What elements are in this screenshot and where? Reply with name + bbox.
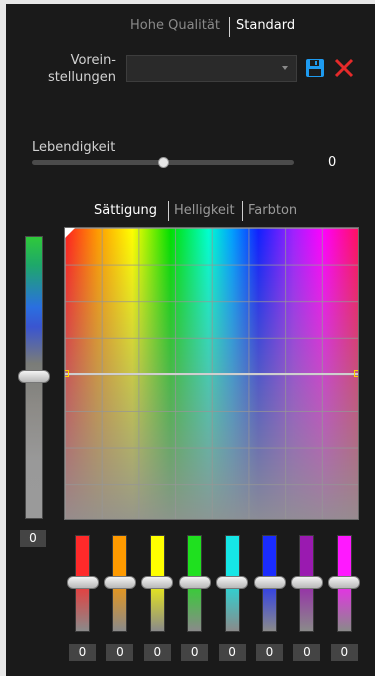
channel-slider-thumb[interactable]: [328, 576, 361, 589]
channel-slider-thumb[interactable]: [66, 576, 99, 589]
quality-high-option[interactable]: Hohe Qualität: [130, 18, 220, 33]
panel-frame: Hohe Qualität Standard Vorein- stellunge…: [0, 0, 375, 676]
quality-standard-option[interactable]: Standard: [236, 18, 295, 33]
floppy-disk-icon: [306, 59, 324, 77]
vibrance-label: Lebendigkeit: [32, 140, 116, 155]
channel-value: 0: [218, 644, 246, 661]
presets-label-line2: stellungen: [47, 70, 116, 85]
tab-hue[interactable]: Farbton: [248, 203, 297, 218]
master-slider-thumb[interactable]: [18, 370, 50, 383]
tab-separator: [242, 201, 243, 221]
delete-preset-button[interactable]: [334, 58, 354, 78]
vibrance-slider-thumb[interactable]: [158, 157, 169, 168]
curve-line[interactable]: [65, 373, 358, 375]
channel-value: 0: [330, 644, 358, 661]
channel-slider-thumb[interactable]: [141, 576, 174, 589]
channel-value: 0: [106, 644, 134, 661]
presets-label: Vorein- stellungen: [40, 52, 116, 86]
mode-separator: [229, 17, 230, 37]
chevron-down-icon: [282, 66, 288, 70]
curve-handle-left[interactable]: [65, 370, 69, 377]
top-border: [0, 0, 375, 4]
corner-marker: [65, 228, 75, 238]
channel-value: 0: [143, 644, 171, 661]
hue-saturation-curve-grid[interactable]: [64, 227, 359, 520]
channel-value: 0: [181, 644, 209, 661]
tab-separator: [168, 201, 169, 221]
presets-label-line1: Vorein-: [70, 53, 116, 68]
presets-dropdown[interactable]: [126, 55, 297, 82]
vibrance-value: 0: [328, 155, 337, 170]
channel-slider-thumb[interactable]: [178, 576, 211, 589]
channel-slider-thumb[interactable]: [216, 576, 249, 589]
tab-saturation[interactable]: Sättigung: [94, 203, 157, 218]
save-preset-button[interactable]: [305, 58, 325, 78]
channel-slider-thumb[interactable]: [253, 576, 286, 589]
master-value: 0: [20, 530, 46, 547]
close-x-icon: [334, 58, 354, 78]
channel-value: 0: [293, 644, 321, 661]
channel-slider-thumb[interactable]: [290, 576, 323, 589]
channel-slider-thumb[interactable]: [103, 576, 136, 589]
curve-handle-right[interactable]: [354, 370, 358, 377]
left-border: [0, 0, 6, 676]
tab-brightness[interactable]: Helligkeit: [174, 203, 235, 218]
channel-value: 0: [256, 644, 283, 661]
channel-value: 0: [69, 644, 96, 661]
